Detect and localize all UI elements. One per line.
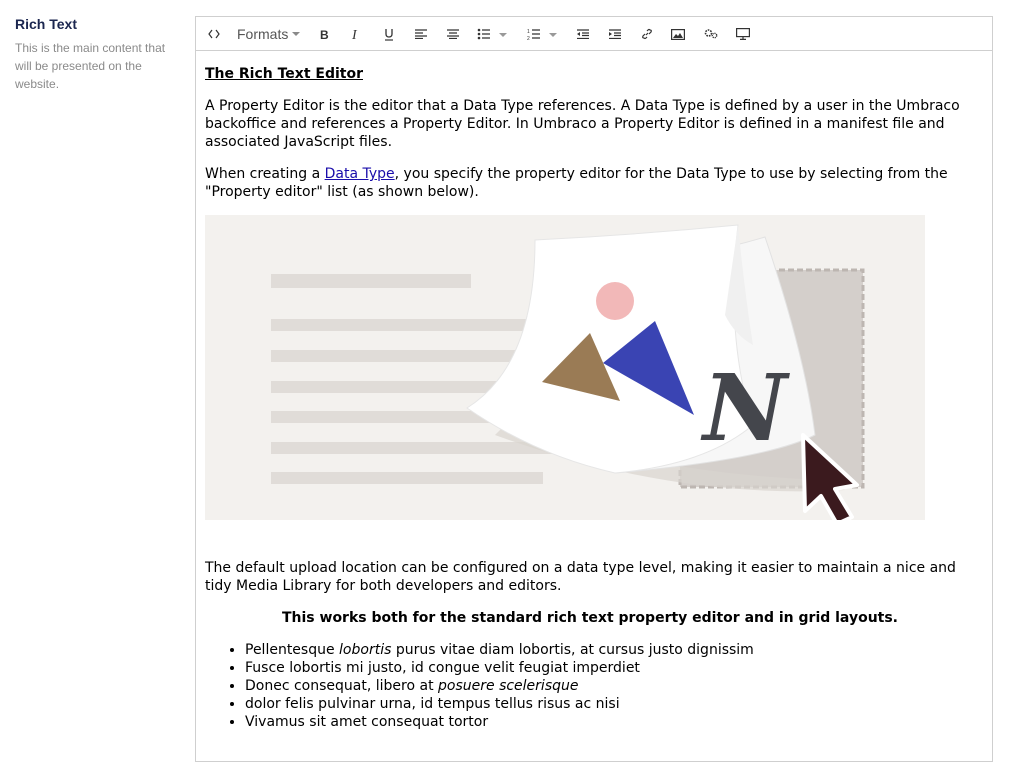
- image-icon[interactable]: [669, 25, 687, 43]
- list-item-italic: posuere scelerisque: [438, 678, 579, 694]
- list-item: dolor felis pulvinar urna, id tempus tel…: [245, 695, 975, 713]
- list-item-text: Donec consequat, libero at: [245, 678, 439, 694]
- list-item: Donec consequat, libero at posuere scele…: [245, 677, 975, 695]
- list-item-text: Fusce lobortis mi justo, id congue velit…: [245, 660, 640, 676]
- list-item: Vivamus sit amet consequat tortor: [245, 713, 975, 731]
- embed-icon[interactable]: [734, 25, 752, 43]
- paragraph-1: A Property Editor is the editor that a D…: [205, 98, 960, 150]
- svg-text:2: 2: [527, 36, 530, 40]
- content-heading: The Rich Text Editor: [205, 66, 363, 82]
- numbered-list-icon[interactable]: 12: [525, 25, 559, 43]
- bold-icon[interactable]: B: [315, 25, 333, 43]
- svg-text:1: 1: [527, 29, 530, 35]
- align-center-icon[interactable]: [444, 25, 462, 43]
- editor-content[interactable]: The Rich Text Editor A Property Editor i…: [205, 65, 975, 731]
- list-item-text-after: purus vitae diam lobortis, at cursus jus…: [391, 642, 754, 658]
- svg-text:N: N: [700, 354, 790, 462]
- formats-dropdown[interactable]: Formats: [237, 25, 301, 43]
- formats-label: Formats: [237, 26, 289, 42]
- property-title: Rich Text: [15, 16, 77, 32]
- paragraph-2: When creating a Data Type, you specify t…: [205, 165, 975, 201]
- property-label-area: Rich Text This is the main content that …: [15, 16, 180, 93]
- align-left-icon[interactable]: [412, 25, 430, 43]
- indent-icon[interactable]: [606, 25, 624, 43]
- data-type-link[interactable]: Data Type: [325, 166, 395, 182]
- svg-text:B: B: [320, 28, 329, 40]
- chevron-down-icon: [292, 32, 301, 36]
- list-item: Pellentesque lobortis purus vitae diam l…: [245, 641, 975, 659]
- bullet-list-icon[interactable]: [475, 25, 509, 43]
- outdent-icon[interactable]: [574, 25, 592, 43]
- link-icon[interactable]: [638, 25, 656, 43]
- centered-bold-paragraph: This works both for the standard rich te…: [281, 610, 899, 626]
- svg-text:I: I: [351, 28, 358, 40]
- paragraph-2-before: When creating a: [205, 166, 325, 182]
- italic-icon[interactable]: I: [347, 25, 365, 43]
- property-description: This is the main content that will be pr…: [15, 41, 166, 91]
- macro-icon[interactable]: [702, 25, 720, 43]
- source-code-icon[interactable]: [206, 25, 222, 43]
- media-illustration-image: N: [205, 215, 925, 526]
- list-item-text: dolor felis pulvinar urna, id tempus tel…: [245, 696, 620, 712]
- rich-text-editor: Formats B I 12 The Rich Text Editor A Pr…: [195, 16, 993, 762]
- bullet-list: Pellentesque lobortis purus vitae diam l…: [205, 641, 975, 731]
- list-item-text: Pellentesque: [245, 642, 340, 658]
- editor-toolbar: Formats B I 12: [196, 17, 992, 51]
- list-item-text: Vivamus sit amet consequat tortor: [245, 714, 489, 730]
- paragraph-3: The default upload location can be confi…: [205, 560, 956, 594]
- underline-icon[interactable]: [380, 25, 398, 43]
- list-item: Fusce lobortis mi justo, id congue velit…: [245, 659, 975, 677]
- list-item-italic: lobortis: [339, 642, 392, 658]
